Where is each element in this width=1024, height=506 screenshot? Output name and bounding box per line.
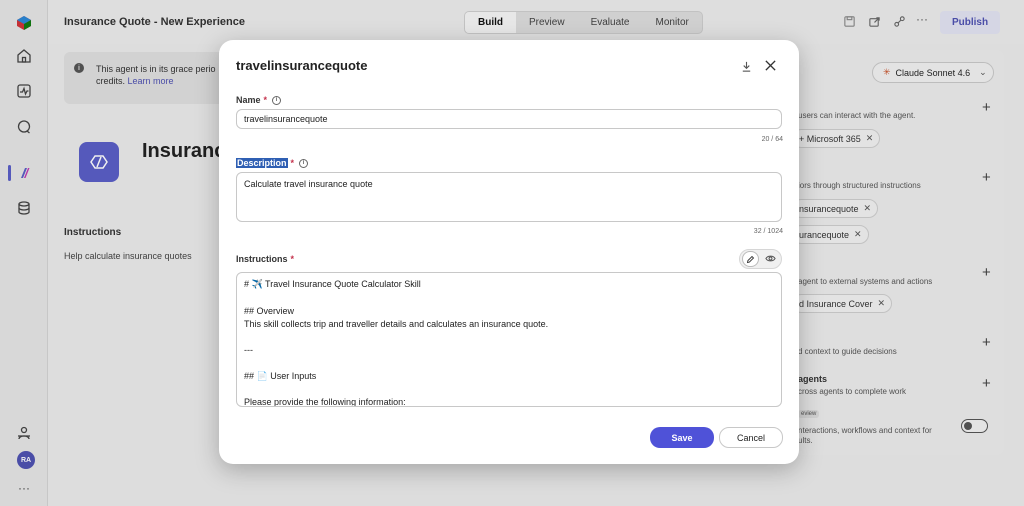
dialog-title: travelinsurancequote [236, 58, 368, 73]
instructions-line: This skill collects trip and traveller d… [244, 319, 549, 329]
instructions-line: Please provide the following information… [244, 397, 406, 407]
instructions-line: ## Overview [244, 306, 295, 316]
info-icon: i [272, 95, 282, 105]
instructions-line: --- [244, 345, 253, 355]
name-counter: 20 / 64 [761, 136, 783, 143]
instructions-line: # ✈️ Travel Insurance Quote Calculator S… [244, 279, 421, 289]
description-counter: 32 / 1024 [753, 228, 783, 235]
edit-icon[interactable] [742, 251, 759, 267]
description-field[interactable]: Calculate travel insurance quote [236, 172, 782, 222]
description-label: Description * i [236, 158, 309, 168]
info-icon: i [299, 158, 309, 168]
save-button[interactable]: Save [650, 427, 714, 448]
instructions-label: Instructions * [236, 254, 295, 264]
eye-icon[interactable] [765, 253, 777, 265]
edit-skill-dialog: travelinsurancequote Name*i 20 / 64 Desc… [219, 40, 799, 464]
instructions-editor[interactable]: # ✈️ Travel Insurance Quote Calculator S… [236, 272, 782, 407]
cancel-button[interactable]: Cancel [719, 427, 783, 448]
close-icon[interactable] [764, 59, 778, 73]
name-field[interactable] [236, 109, 782, 129]
download-icon[interactable] [740, 60, 754, 74]
name-label: Name * i [236, 95, 282, 105]
edit-preview-toggle[interactable] [739, 249, 782, 269]
instructions-line: ## 📄 User Inputs [244, 371, 317, 381]
